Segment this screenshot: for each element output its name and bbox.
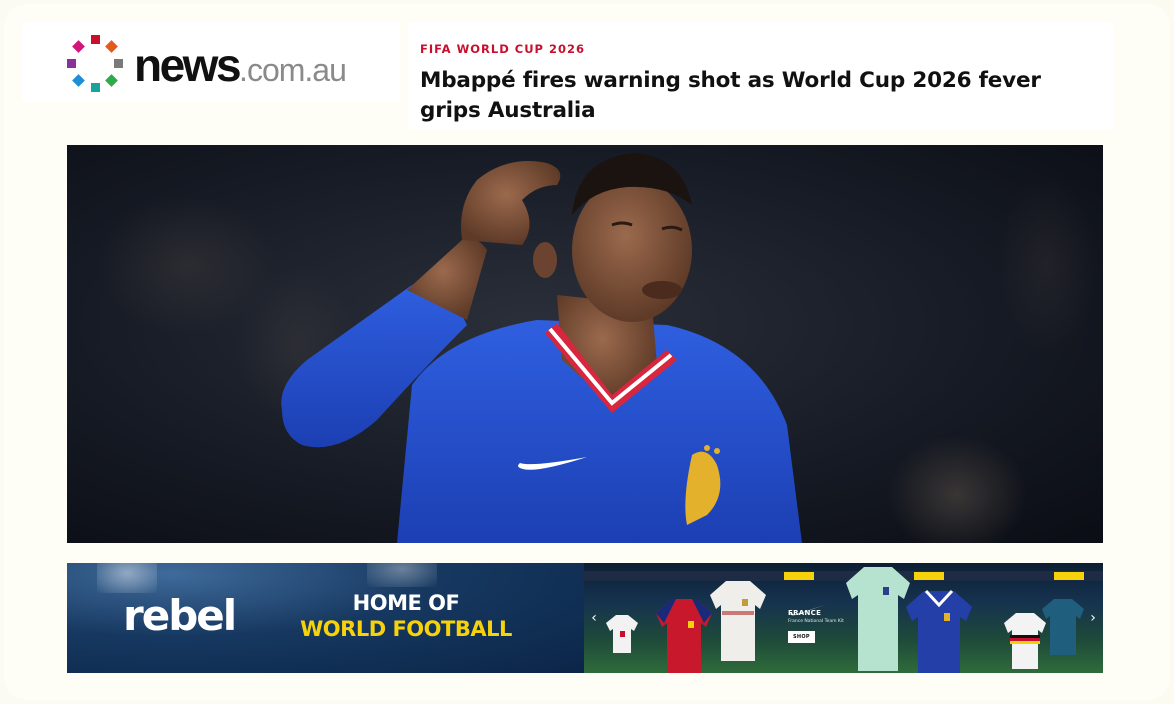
- nike-swoosh-icon: [790, 604, 827, 616]
- ad-brand-panel[interactable]: rebel HOME OF WORLD FOOTBALL: [67, 563, 584, 673]
- logo-news-text: news: [134, 39, 242, 91]
- hero-photo: [67, 145, 1103, 543]
- ad-banner[interactable]: rebel HOME OF WORLD FOOTBALL FRANCE Fran…: [67, 563, 1103, 673]
- ad-carousel[interactable]: FRANCE France National Team Kit SHOP ‹ ›: [584, 563, 1103, 673]
- kit-shirt-blue: [906, 589, 972, 673]
- ad-tagline-line2: WORLD FOOTBALL: [300, 617, 512, 641]
- article-headline: Mbappé fires warning shot as World Cup 2…: [420, 68, 1041, 123]
- ad-tagline-line1: HOME OF: [352, 591, 460, 615]
- kit-subtitle: France National Team Kit: [788, 619, 844, 624]
- logo-wordmark: news .com.au: [134, 38, 347, 91]
- kit-shirt-germany: [1004, 613, 1046, 669]
- rebel-logo: rebel: [123, 591, 237, 640]
- kit-shirt-white: [710, 581, 766, 661]
- chevron-right-icon[interactable]: ›: [1086, 609, 1100, 627]
- logo-domain-text: .com.au: [239, 52, 347, 88]
- logo-dots-icon: [67, 35, 123, 92]
- site-logo[interactable]: news .com.au: [22, 22, 400, 102]
- article-kicker[interactable]: FIFA WORLD CUP 2026: [420, 42, 1102, 56]
- shop-button[interactable]: SHOP: [788, 631, 815, 643]
- hero-image: [67, 145, 1103, 543]
- kit-shirt-small: [606, 615, 638, 653]
- kit-shirt-red: [656, 599, 712, 673]
- kit-shirt-teal: [1042, 599, 1084, 655]
- article-header: FIFA WORLD CUP 2026 Mbappé fires warning…: [408, 22, 1114, 130]
- chevron-left-icon[interactable]: ‹: [587, 609, 601, 627]
- nike-promo: FRANCE France National Team Kit SHOP: [788, 603, 858, 643]
